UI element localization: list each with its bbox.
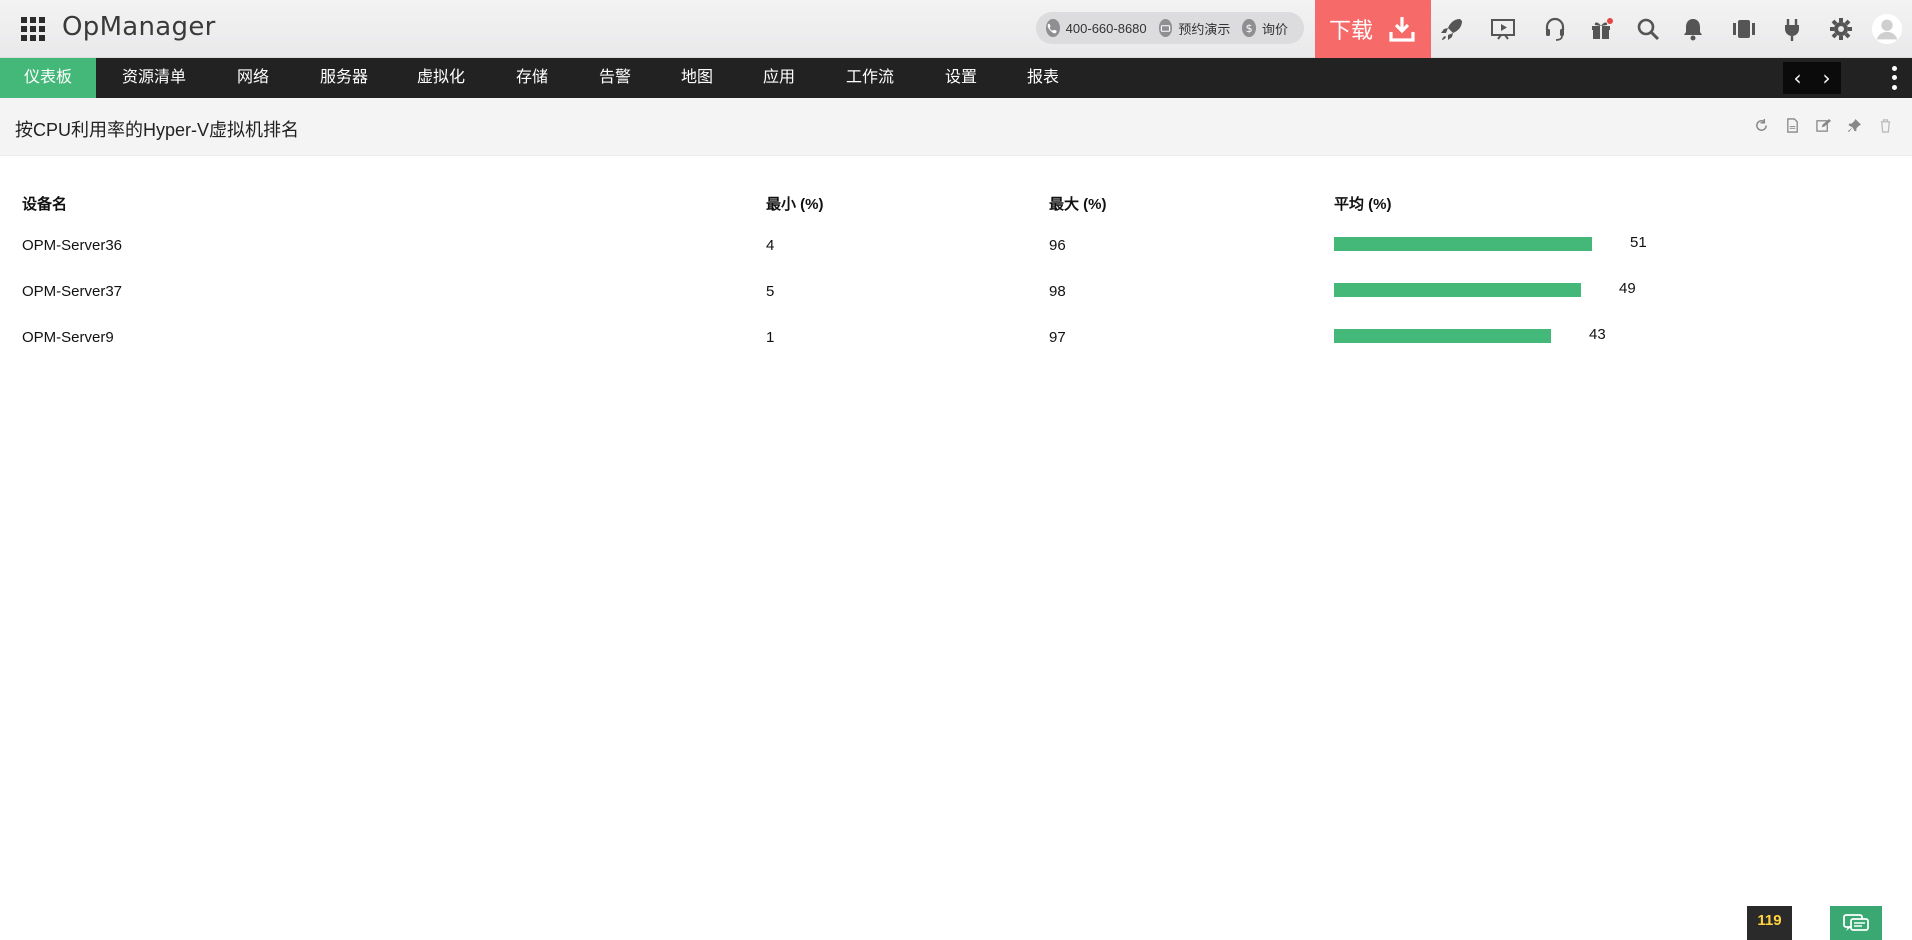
avg-bar	[1334, 283, 1581, 297]
presentation-icon[interactable]	[1488, 14, 1518, 44]
user-avatar-icon[interactable]	[1870, 12, 1904, 46]
gear-icon[interactable]	[1826, 14, 1856, 44]
column-header-device[interactable]: 设备名	[22, 193, 67, 214]
device-icon[interactable]	[1729, 14, 1759, 44]
demo-icon	[1158, 19, 1173, 37]
nav-item-apps[interactable]: 应用	[739, 58, 819, 98]
nav-item-virtualization[interactable]: 虚拟化	[393, 58, 489, 98]
download-label: 下载	[1328, 18, 1373, 43]
table-cell-min: 1	[766, 329, 775, 346]
table-cell-max: 97	[1049, 329, 1066, 346]
demo-link[interactable]: 预约演示	[1178, 19, 1230, 38]
headset-icon[interactable]	[1540, 14, 1570, 44]
widget-actions	[1753, 117, 1894, 134]
search-icon[interactable]	[1633, 14, 1663, 44]
nav-item-workflow[interactable]: 工作流	[822, 58, 918, 98]
chat-icon	[1843, 914, 1869, 931]
avg-bar	[1334, 237, 1592, 251]
nav-item-dashboard[interactable]: 仪表板	[0, 58, 97, 98]
table-cell-device[interactable]: OPM-Server9	[22, 329, 114, 346]
nav-item-inventory[interactable]: 资源清单	[98, 58, 210, 98]
table-cell-min: 5	[766, 283, 775, 300]
avg-bar	[1334, 329, 1551, 343]
column-header-max[interactable]: 最大 (%)	[1049, 193, 1107, 214]
widget-title: 按CPU利用率的Hyper-V虚拟机排名	[15, 120, 300, 140]
table-cell-max: 96	[1049, 237, 1066, 254]
app-grid-icon[interactable]	[21, 17, 45, 41]
main-nav: 仪表板 资源清单 网络 服务器 虚拟化 存储 告警 地图 应用 工作流 设置 报…	[0, 58, 1912, 98]
plug-icon[interactable]	[1777, 14, 1807, 44]
download-icon	[1389, 17, 1415, 42]
chevron-right-icon[interactable]: ›	[1823, 66, 1831, 90]
gift-icon[interactable]	[1586, 14, 1616, 44]
column-header-min[interactable]: 最小 (%)	[766, 193, 824, 214]
nav-item-storage[interactable]: 存储	[492, 58, 572, 98]
nav-item-network[interactable]: 网络	[213, 58, 293, 98]
app-logo[interactable]: OpManager	[62, 12, 216, 42]
edit-icon[interactable]	[1815, 117, 1832, 134]
column-header-avg[interactable]: 平均 (%)	[1334, 193, 1392, 214]
table-cell-device[interactable]: OPM-Server36	[22, 237, 122, 254]
export-pdf-icon[interactable]	[1784, 117, 1801, 134]
refresh-icon[interactable]	[1753, 117, 1770, 134]
download-button[interactable]: 下载	[1315, 0, 1431, 58]
nav-item-reports[interactable]: 报表	[1003, 58, 1083, 98]
nav-item-settings[interactable]: 设置	[921, 58, 1001, 98]
avg-value: 51	[1630, 234, 1647, 251]
rocket-icon[interactable]	[1437, 14, 1467, 44]
nav-item-servers[interactable]: 服务器	[296, 58, 392, 98]
chevron-left-icon[interactable]: ‹	[1794, 66, 1802, 90]
bell-icon[interactable]	[1678, 14, 1708, 44]
top-header: OpManager 400-660-8680 预约演示 $ 询价 下载	[0, 0, 1912, 58]
widget-header: 按CPU利用率的Hyper-V虚拟机排名	[0, 98, 1912, 156]
phone-number[interactable]: 400-660-8680	[1066, 21, 1147, 36]
avg-value: 49	[1619, 280, 1636, 297]
chat-button[interactable]	[1830, 906, 1882, 940]
table-cell-device[interactable]: OPM-Server37	[22, 283, 122, 300]
table-cell-max: 98	[1049, 283, 1066, 300]
avg-value: 43	[1589, 326, 1606, 343]
price-link[interactable]: 询价	[1262, 19, 1288, 38]
alarm-count: 119	[1757, 912, 1782, 929]
table-cell-min: 4	[766, 237, 775, 254]
contact-pill: 400-660-8680 预约演示 $ 询价	[1036, 12, 1304, 44]
nav-item-alarms[interactable]: 告警	[575, 58, 655, 98]
alarm-count-badge[interactable]: 119	[1747, 906, 1792, 940]
delete-icon[interactable]	[1877, 117, 1894, 134]
more-vertical-icon[interactable]	[1884, 64, 1904, 92]
pin-icon[interactable]	[1846, 117, 1863, 134]
nav-item-maps[interactable]: 地图	[657, 58, 737, 98]
nav-scroll-arrows: ‹ ›	[1783, 62, 1841, 94]
phone-icon	[1046, 19, 1060, 37]
price-icon: $	[1242, 19, 1256, 37]
